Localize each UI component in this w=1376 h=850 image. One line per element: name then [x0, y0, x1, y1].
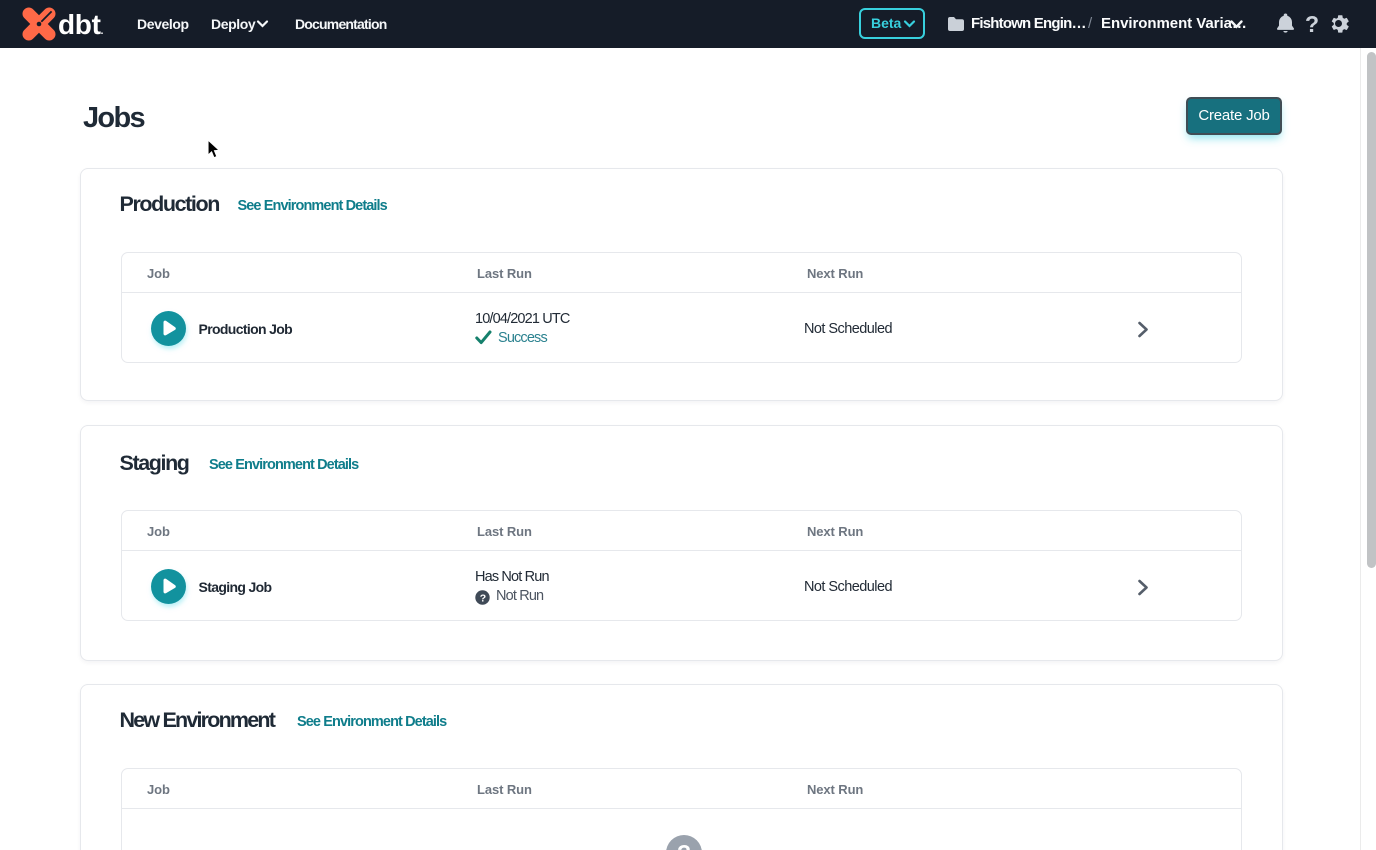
- svg-text:?: ?: [480, 592, 486, 604]
